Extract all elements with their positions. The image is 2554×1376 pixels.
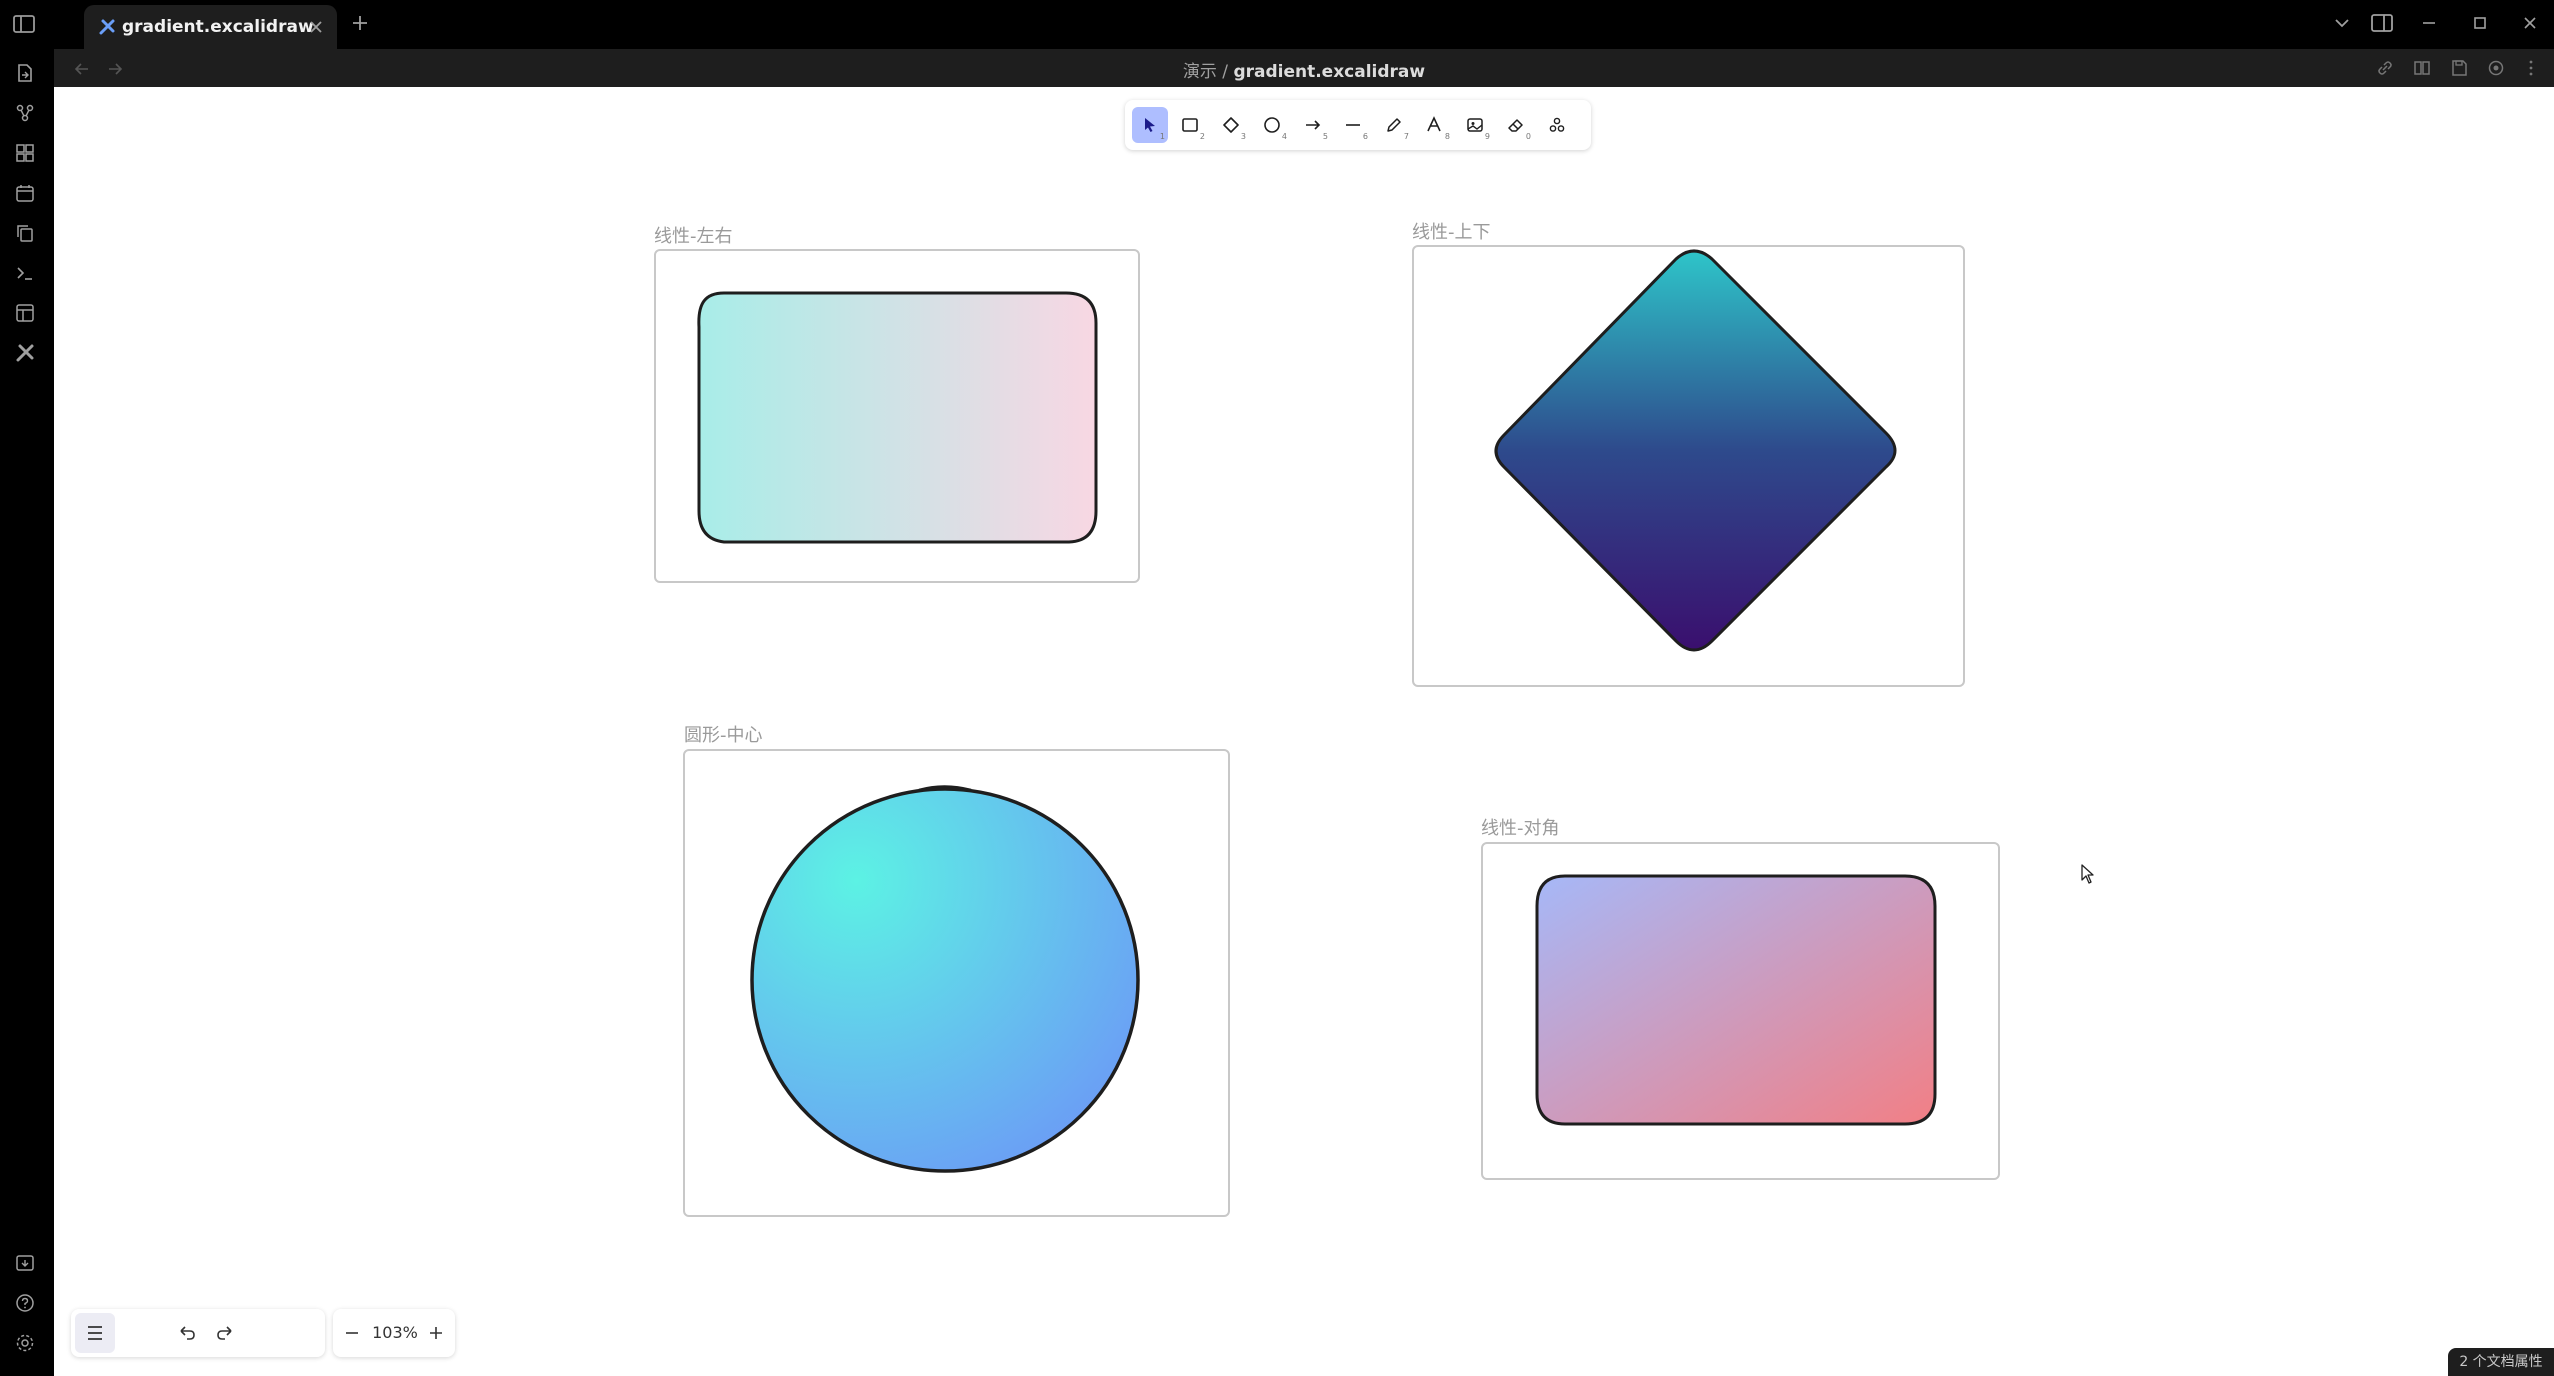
book-icon[interactable] <box>2412 58 2432 82</box>
split-view-icon[interactable] <box>2370 12 2394 38</box>
arrow-tool[interactable]: 5 <box>1295 107 1331 143</box>
navigation-bar: 演示 / gradient.excalidraw <box>54 49 2554 87</box>
mouse-cursor-icon <box>2080 863 2096 889</box>
graph-view-icon[interactable] <box>14 102 36 124</box>
copy-icon[interactable] <box>14 222 36 244</box>
frame-label[interactable]: 线性-对角 <box>1481 814 1560 840</box>
maximize-icon[interactable] <box>2469 12 2491 38</box>
zoom-in-button[interactable] <box>421 1313 451 1353</box>
shape-toolbar: 1 2 3 4 5 6 7 8 9 0 <box>1125 100 1591 150</box>
frame-label[interactable]: 圆形-中心 <box>684 721 763 747</box>
frame-radial-center[interactable] <box>683 749 1230 1217</box>
gradient-diamond[interactable] <box>1486 245 1906 665</box>
layout-icon[interactable] <box>14 302 36 324</box>
tool-shortcut: 3 <box>1240 132 1246 141</box>
tool-shortcut: 5 <box>1322 132 1328 141</box>
diamond-tool[interactable]: 3 <box>1213 107 1249 143</box>
breadcrumb-separator: / <box>1222 62 1229 82</box>
more-tools[interactable] <box>1539 107 1575 143</box>
zoom-out-button[interactable] <box>337 1313 367 1353</box>
excalidraw-icon <box>98 18 116 40</box>
canvas-grid-icon[interactable] <box>14 142 36 164</box>
tool-shortcut: 7 <box>1403 132 1409 141</box>
gradient-rectangle-diagonal[interactable] <box>1533 872 1939 1130</box>
open-file-icon[interactable] <box>14 62 36 84</box>
tab-title: gradient.excalidraw <box>122 17 314 37</box>
tool-shortcut: 1 <box>1159 132 1165 141</box>
breadcrumb-file[interactable]: gradient.excalidraw <box>1233 62 1425 82</box>
breadcrumb-folder[interactable]: 演示 <box>1183 62 1217 82</box>
pencil-tool[interactable]: 7 <box>1376 107 1412 143</box>
frame-label[interactable]: 线性-上下 <box>1412 218 1491 244</box>
tool-shortcut: 2 <box>1199 132 1205 141</box>
tab-bar: gradient.excalidraw <box>0 0 2554 49</box>
gradient-circle[interactable] <box>749 779 1145 1177</box>
main-menu-group <box>71 1309 325 1357</box>
window-close-icon[interactable] <box>2519 12 2541 38</box>
chevron-down-icon[interactable] <box>2332 12 2352 38</box>
frame-label[interactable]: 线性-左右 <box>654 222 733 248</box>
selection-tool[interactable]: 1 <box>1132 107 1168 143</box>
ellipse-tool[interactable]: 4 <box>1254 107 1290 143</box>
calendar-icon[interactable] <box>14 182 36 204</box>
frame-linear-tb[interactable] <box>1412 245 1965 687</box>
text-tool[interactable]: 8 <box>1417 107 1453 143</box>
tool-shortcut: 8 <box>1444 132 1450 141</box>
close-icon[interactable] <box>305 16 327 42</box>
rectangle-tool[interactable]: 2 <box>1172 107 1208 143</box>
tool-shortcut: 4 <box>1281 132 1287 141</box>
redo-icon[interactable] <box>205 1313 245 1353</box>
tools-icon[interactable] <box>14 342 36 364</box>
undo-icon[interactable] <box>167 1313 207 1353</box>
frame-linear-lr[interactable] <box>654 249 1140 583</box>
status-bar-properties[interactable]: 2 个文档属性 <box>2448 1348 2554 1376</box>
eraser-tool[interactable]: 0 <box>1498 107 1534 143</box>
new-tab-icon[interactable] <box>349 12 371 38</box>
breadcrumb: 演示 / gradient.excalidraw <box>54 57 2554 82</box>
hamburger-menu-icon[interactable] <box>75 1313 115 1353</box>
excalidraw-canvas[interactable]: 1 2 3 4 5 6 7 8 9 0 线性-左右 线性-上下 圆形-中心 线性… <box>54 87 2554 1376</box>
left-ribbon <box>0 49 54 1376</box>
save-icon[interactable] <box>2449 58 2469 82</box>
zoom-level[interactable]: 103% <box>367 1323 423 1342</box>
settings-gear-icon[interactable] <box>14 1332 36 1354</box>
link-icon[interactable] <box>2375 58 2395 82</box>
more-options-icon[interactable] <box>2521 58 2541 82</box>
terminal-icon[interactable] <box>14 262 36 284</box>
tool-shortcut: 9 <box>1484 132 1490 141</box>
image-tool[interactable]: 9 <box>1457 107 1493 143</box>
zoom-controls: 103% <box>333 1309 455 1357</box>
line-tool[interactable]: 6 <box>1335 107 1371 143</box>
vault-switch-icon[interactable] <box>14 1252 36 1274</box>
tool-shortcut: 6 <box>1362 132 1368 141</box>
gradient-rectangle[interactable] <box>694 289 1100 547</box>
tool-shortcut: 0 <box>1525 132 1531 141</box>
minimize-icon[interactable] <box>2418 12 2440 38</box>
tab-gradient-excalidraw[interactable]: gradient.excalidraw <box>84 5 337 49</box>
help-icon[interactable] <box>14 1292 36 1314</box>
plugin-icon[interactable] <box>2486 58 2506 82</box>
sidebar-toggle-icon[interactable] <box>12 13 36 35</box>
frame-linear-diag[interactable] <box>1481 842 2000 1180</box>
